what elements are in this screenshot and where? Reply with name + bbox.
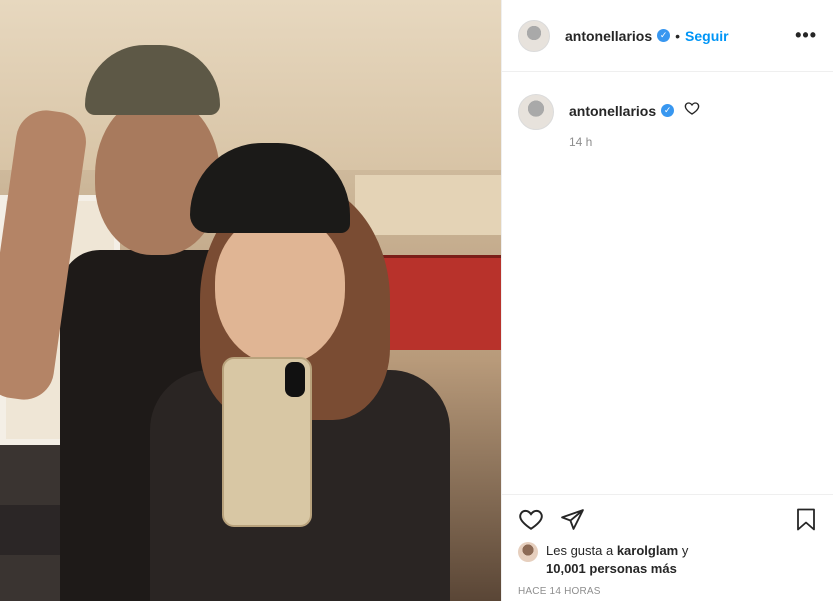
caption-info: antonellarios ✓ 14 h [569,94,700,149]
liker-avatar[interactable] [518,542,538,562]
photo-shelf [355,175,501,235]
photo-woman-face [215,215,345,365]
caption: antonellarios ✓ 14 h [502,72,833,149]
caption-avatar[interactable] [518,94,554,130]
follow-button[interactable]: Seguir [685,28,729,44]
caption-row: antonellarios ✓ [569,100,700,121]
paper-plane-icon[interactable] [560,507,585,532]
likes-count-link[interactable]: 10,001 personas más [546,561,677,576]
bookmark-icon[interactable] [794,507,818,532]
more-options-icon[interactable]: ••• [795,25,817,46]
likes-connector: y [678,543,689,558]
caption-time[interactable]: 14 h [569,135,700,149]
photo-phone-camera [285,362,305,397]
post-photo[interactable] [0,0,501,601]
post-timestamp[interactable]: HACE 14 HORAS [518,586,818,597]
post-sidebar: antonellarios ✓ • Seguir ••• antonellari… [501,0,833,601]
author-username[interactable]: antonellarios [565,28,652,44]
likes-summary: Les gusta a karolglam y 10,001 personas … [518,542,818,578]
post-actions: Les gusta a karolglam y 10,001 personas … [502,494,833,597]
heart-icon[interactable] [518,506,544,532]
caption-username[interactable]: antonellarios [569,103,656,119]
instagram-post: antonellarios ✓ • Seguir ••• antonellari… [0,0,833,601]
verified-badge-icon: ✓ [661,104,675,117]
separator-dot: • [675,27,681,44]
liker-username[interactable]: karolglam [617,543,678,558]
post-header: antonellarios ✓ • Seguir ••• [502,0,833,72]
author-avatar[interactable] [518,19,550,52]
action-icons [518,505,818,533]
likes-text: Les gusta a karolglam y 10,001 personas … [546,542,688,578]
verified-badge-icon: ✓ [657,29,671,42]
caption-heart-icon[interactable] [684,100,700,121]
likes-prefix: Les gusta a [546,543,617,558]
